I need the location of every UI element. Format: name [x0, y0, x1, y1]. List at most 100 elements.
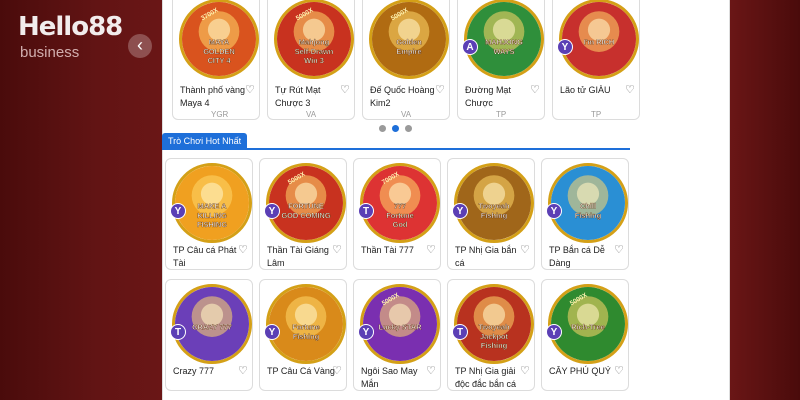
favorite-heart-icon[interactable]: ♡ — [614, 244, 624, 256]
section-divider — [162, 148, 630, 150]
svg-text:MAKE A: MAKE A — [198, 202, 228, 211]
game-name[interactable]: Thần Tài 777 — [361, 244, 431, 257]
svg-text:Fishing: Fishing — [575, 211, 602, 220]
provider-badge-icon: T — [452, 324, 468, 340]
svg-text:FISHING: FISHING — [197, 220, 227, 229]
brand-logo: Hello88 — [18, 12, 123, 42]
favorite-heart-icon[interactable]: ♡ — [435, 84, 445, 96]
favorite-heart-icon[interactable]: ♡ — [426, 365, 436, 377]
carousel-next-button[interactable]: › — [640, 34, 664, 58]
provider-badge-icon: A — [462, 39, 478, 55]
game-name[interactable]: Crazy 777 — [173, 365, 243, 378]
favorite-heart-icon[interactable]: ♡ — [245, 84, 255, 96]
game-name[interactable]: Thần Tài Giáng Lâm — [267, 244, 337, 270]
svg-text:MAYA: MAYA — [209, 38, 230, 47]
game-name[interactable]: TP Câu Cá Vàng — [267, 365, 337, 378]
game-name[interactable]: Đường Mạt Chược — [465, 84, 535, 110]
carousel-dot[interactable] — [405, 125, 412, 132]
provider-label: TP — [591, 110, 602, 119]
hot-game-card[interactable]: CRAZY 777 T Crazy 777 ♡ — [165, 279, 253, 391]
provider-badge-icon: Y — [546, 324, 562, 340]
hot-game-card[interactable]: Chill Fishing Y TP Bắn cá Dễ Dàng ♡ — [541, 158, 629, 270]
game-name[interactable]: Thành phố vàng Maya 4 — [180, 84, 250, 110]
favorite-heart-icon[interactable]: ♡ — [426, 244, 436, 256]
game-name[interactable]: CÂY PHÚ QUÝ — [549, 365, 619, 378]
game-thumbnail[interactable]: Lucky STAR 5000X — [360, 284, 440, 364]
hot-game-card[interactable]: MAKE A KILLING FISHING Y TP Câu cá Phát Tài… — [165, 158, 253, 270]
favorite-heart-icon[interactable]: ♡ — [625, 84, 635, 96]
game-thumbnail[interactable]: Mahjong Self-Drawn Win 3 5000X — [274, 0, 354, 79]
svg-text:Twoyeah: Twoyeah — [478, 323, 510, 332]
svg-text:Chill: Chill — [580, 202, 596, 211]
game-thumbnail[interactable]: MAHJONG WAYS — [464, 0, 544, 79]
game-name[interactable]: TP Câu cá Phát Tài — [173, 244, 243, 270]
hot-game-card[interactable]: Twoyeah Fishing Y TP Nhị Gia bắn cá ♡ — [447, 158, 535, 270]
svg-text:GOLDEN: GOLDEN — [203, 47, 235, 56]
svg-text:MAHJONG: MAHJONG — [485, 38, 523, 47]
brand-tagline: business — [20, 44, 80, 61]
carousel-dot[interactable] — [392, 125, 399, 132]
hot-game-card[interactable]: Lucky STAR 5000X Y Ngôi Sao May Mắn ♡ — [353, 279, 441, 391]
game-name[interactable]: TP Bắn cá Dễ Dàng — [549, 244, 619, 270]
svg-text:I'm RICH: I'm RICH — [584, 38, 615, 47]
game-name[interactable]: TP Nhị Gia giải độc đắc bắn cá — [455, 365, 525, 391]
game-name[interactable]: Lão tử GIÀU — [560, 84, 630, 97]
svg-text:Lucky STAR: Lucky STAR — [379, 323, 423, 332]
hot-game-card[interactable]: 777 Fortune God 7000X T Thần Tài 777 ♡ — [353, 158, 441, 270]
section-title-hot-games[interactable]: Trò Chơi Hot Nhất — [162, 133, 248, 149]
favorite-heart-icon[interactable]: ♡ — [520, 365, 530, 377]
game-name[interactable]: TP Nhị Gia bắn cá — [455, 244, 525, 270]
carousel-game-card[interactable]: I'm RICH Y Lão tử GIÀU ♡ TP — [552, 0, 640, 120]
game-thumbnail[interactable]: I'm RICH — [559, 0, 639, 79]
favorite-heart-icon[interactable]: ♡ — [332, 244, 342, 256]
game-thumbnail[interactable]: Rich-Tree 5000X — [548, 284, 628, 364]
carousel-game-card[interactable]: MAYA GOLDEN CITY 4 3700X Thành phố vàng May… — [172, 0, 260, 120]
favorite-heart-icon[interactable]: ♡ — [238, 244, 248, 256]
game-thumbnail[interactable]: MAYA GOLDEN CITY 4 3700X — [179, 0, 259, 79]
provider-label: YGR — [211, 110, 229, 119]
favorite-heart-icon[interactable]: ♡ — [520, 244, 530, 256]
carousel-game-card[interactable]: Mahjong Self-Drawn Win 3 5000X Tự Rút Mạt C… — [267, 0, 355, 120]
hot-game-card[interactable]: Twoyeah Jackpot Fishing T TP Nhị Gia giải đ… — [447, 279, 535, 391]
provider-badge-icon: T — [170, 324, 186, 340]
favorite-heart-icon[interactable]: ♡ — [332, 365, 342, 377]
game-thumbnail[interactable]: MAKE A KILLING FISHING — [172, 163, 252, 243]
provider-label: VA — [401, 110, 412, 119]
provider-badge-icon: Y — [170, 203, 186, 219]
carousel-dot[interactable] — [379, 125, 386, 132]
game-thumbnail[interactable]: Twoyeah Jackpot Fishing — [454, 284, 534, 364]
hot-game-card[interactable]: Rich-Tree 5000X Y CÂY PHÚ QUÝ ♡ — [541, 279, 629, 391]
game-thumbnail[interactable]: CRAZY 777 — [172, 284, 252, 364]
game-thumbnail[interactable]: Chill Fishing — [548, 163, 628, 243]
hot-game-card[interactable]: FORTUNE GOD COMING 5000X Y Thần Tài Giáng L… — [259, 158, 347, 270]
favorite-heart-icon[interactable]: ♡ — [530, 84, 540, 96]
game-name[interactable]: Ngôi Sao May Mắn — [361, 365, 431, 391]
right-background — [730, 0, 800, 400]
svg-text:Golden: Golden — [396, 38, 422, 47]
hot-game-card[interactable]: Fortune Fishing Y TP Câu Cá Vàng ♡ — [259, 279, 347, 391]
carousel-game-card[interactable]: MAHJONG WAYS A Đường Mạt Chược ♡ TP — [457, 0, 545, 120]
svg-text:FORTUNE: FORTUNE — [288, 202, 324, 211]
svg-text:Fortune: Fortune — [386, 211, 414, 220]
svg-text:Fortune: Fortune — [292, 323, 320, 332]
game-thumbnail[interactable]: 777 Fortune God 7000X — [360, 163, 440, 243]
provider-badge-icon: Y — [358, 324, 374, 340]
favorite-heart-icon[interactable]: ♡ — [614, 365, 624, 377]
game-name[interactable]: Đế Quốc Hoàng Kim2 — [370, 84, 440, 110]
carousel-prev-button[interactable]: ‹ — [128, 34, 152, 58]
provider-label: TP — [496, 110, 507, 119]
svg-text:Jackpot: Jackpot — [480, 332, 508, 341]
game-thumbnail[interactable]: FORTUNE GOD COMING 5000X — [266, 163, 346, 243]
game-thumbnail[interactable]: Fortune Fishing — [266, 284, 346, 364]
svg-text:Empire: Empire — [396, 47, 421, 56]
carousel-game-card[interactable]: Golden Empire 5000X Đế Quốc Hoàng Kim2 ♡ VA — [362, 0, 450, 120]
favorite-heart-icon[interactable]: ♡ — [238, 365, 248, 377]
game-thumbnail[interactable]: Golden Empire 5000X — [369, 0, 449, 79]
provider-badge-icon: Y — [264, 324, 280, 340]
svg-text:Twoyeah: Twoyeah — [478, 202, 510, 211]
game-thumbnail[interactable]: Twoyeah Fishing — [454, 163, 534, 243]
game-name[interactable]: Tự Rút Mạt Chược 3 — [275, 84, 345, 110]
favorite-heart-icon[interactable]: ♡ — [340, 84, 350, 96]
provider-label: VA — [306, 110, 317, 119]
svg-text:Fishing: Fishing — [293, 332, 320, 341]
